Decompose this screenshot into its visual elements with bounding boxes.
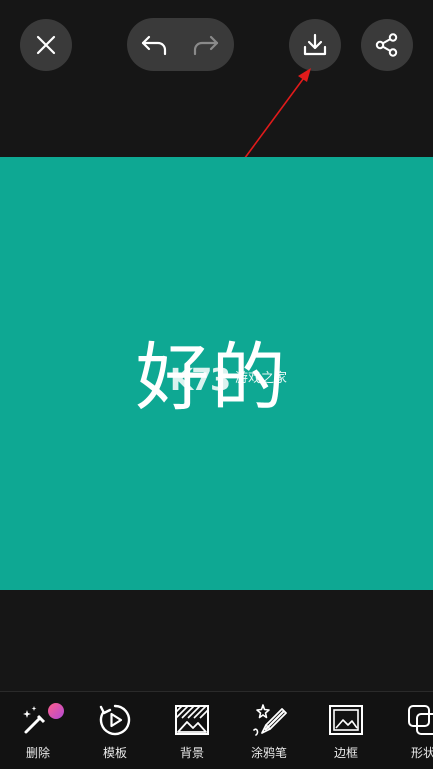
tool-template-label: 模板 (102, 746, 127, 760)
tool-background-label: 背景 (179, 746, 204, 760)
undo-redo-group (127, 18, 234, 71)
redo-button[interactable] (191, 30, 221, 60)
premium-badge (48, 703, 64, 719)
undo-icon (141, 35, 167, 56)
download-icon (303, 33, 327, 56)
tool-delete[interactable]: 删除 (3, 692, 73, 769)
watermark-text: 游戏之家 (235, 370, 288, 386)
watermark-logo: K73 (170, 362, 231, 398)
frame-icon (329, 705, 363, 735)
tool-frame-label: 边框 (333, 746, 358, 760)
tool-delete-label: 删除 (25, 746, 50, 760)
share-icon (375, 33, 398, 57)
close-button[interactable] (20, 19, 72, 71)
redo-icon (193, 35, 219, 56)
bottom-toolbar: 删除 模板 背景 涂鸦笔 边框 形状 (0, 691, 433, 769)
top-bar (0, 0, 433, 90)
download-button[interactable] (289, 19, 341, 71)
play-refresh-icon (99, 704, 131, 736)
tool-template[interactable]: 模板 (80, 692, 150, 769)
tool-frame[interactable]: 边框 (311, 692, 381, 769)
tool-shape-label: 形状 (410, 746, 433, 760)
close-icon (36, 35, 56, 55)
brush-icon (253, 704, 287, 736)
undo-button[interactable] (139, 30, 169, 60)
tool-shape[interactable]: 形状 (388, 692, 433, 769)
tool-brush-label: 涂鸦笔 (250, 746, 287, 760)
tool-background[interactable]: 背景 (157, 692, 227, 769)
shape-icon (408, 705, 433, 735)
watermark: K73 游戏之家 (170, 358, 290, 402)
background-icon (175, 705, 209, 735)
tool-brush[interactable]: 涂鸦笔 (234, 692, 304, 769)
share-button[interactable] (361, 19, 413, 71)
